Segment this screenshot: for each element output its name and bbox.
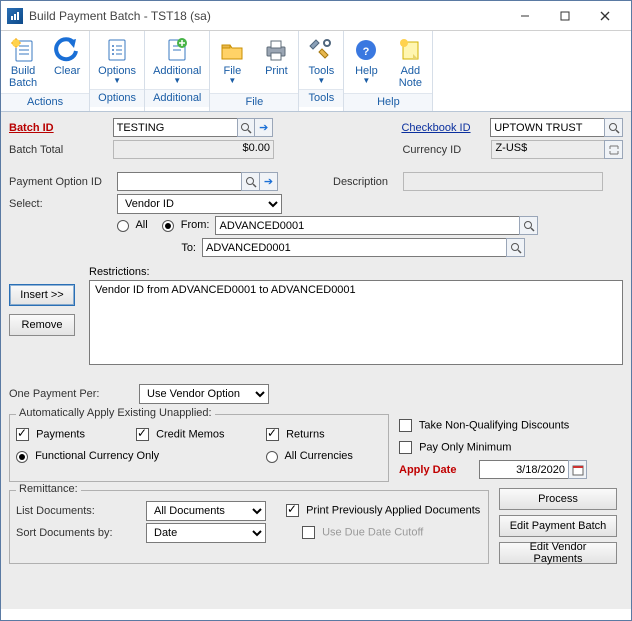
print-button[interactable]: Print [254, 34, 298, 91]
print-prev-checkbox[interactable]: Print Previously Applied Documents [286, 504, 480, 517]
app-icon [7, 8, 23, 24]
apply-date-label: Apply Date [399, 464, 479, 476]
payment-option-id-input[interactable] [117, 172, 242, 191]
ribbon: Build Batch Clear Actions Options ▼ Opti… [1, 31, 631, 112]
currency-id-value: Z-US$ [491, 140, 605, 159]
help-button[interactable]: ? Help ▼ [344, 34, 388, 91]
batch-total-label: Batch Total [9, 144, 113, 156]
restrictions-label: Restrictions: [89, 266, 623, 278]
pay-only-minimum-checkbox[interactable]: Pay Only Minimum [399, 441, 511, 454]
file-button[interactable]: File ▼ [210, 34, 254, 91]
functional-currency-radio[interactable]: Functional Currency Only [16, 450, 196, 462]
arrow-right-icon[interactable]: ➔ [259, 172, 278, 191]
tools-icon [307, 36, 335, 64]
chevron-down-icon: ▼ [113, 76, 121, 85]
lookup-icon[interactable] [241, 172, 260, 191]
all-currencies-radio[interactable]: All Currencies [266, 450, 353, 462]
list-documents-label: List Documents: [16, 505, 146, 517]
additional-icon [163, 36, 191, 64]
batch-id-label[interactable]: Batch ID [9, 122, 113, 134]
batch-id-input[interactable] [113, 118, 238, 137]
process-button[interactable]: Process [499, 488, 617, 510]
add-note-button[interactable]: Add Note [388, 34, 432, 91]
note-icon [396, 36, 424, 64]
checkbook-id-label[interactable]: Checkbook ID [401, 122, 490, 134]
returns-checkbox[interactable]: Returns [266, 428, 325, 441]
one-payment-per-label: One Payment Per: [9, 388, 139, 400]
additional-button[interactable]: Additional ▼ [145, 34, 209, 87]
help-icon: ? [352, 36, 380, 64]
sort-documents-label: Sort Documents by: [16, 527, 146, 539]
insert-button[interactable]: Insert >> [9, 284, 75, 306]
edit-payment-batch-button[interactable]: Edit Payment Batch [499, 515, 617, 537]
select-dropdown[interactable]: Vendor ID [117, 194, 282, 214]
description-value [403, 172, 603, 191]
lookup-icon[interactable] [519, 216, 538, 235]
sort-documents-dropdown[interactable]: Date [146, 523, 266, 543]
range-from-radio[interactable]: From: [162, 219, 210, 231]
select-label: Select: [9, 198, 117, 210]
maximize-button[interactable] [545, 2, 585, 30]
chevron-down-icon: ▼ [173, 76, 181, 85]
payment-option-id-label: Payment Option ID [9, 176, 117, 188]
use-due-date-checkbox[interactable]: Use Due Date Cutoff [302, 526, 423, 539]
chevron-down-icon: ▼ [228, 76, 236, 85]
description-label: Description [333, 176, 403, 188]
range-to-label: To: [9, 242, 202, 254]
chevron-down-icon: ▼ [317, 76, 325, 85]
list-documents-dropdown[interactable]: All Documents [146, 501, 266, 521]
restriction-item[interactable]: Vendor ID from ADVANCED0001 to ADVANCED0… [95, 284, 617, 296]
one-payment-per-dropdown[interactable]: Use Vendor Option [139, 384, 269, 404]
clear-button[interactable]: Clear [45, 34, 89, 91]
batch-total-value: $0.00 [113, 140, 274, 159]
range-from-input[interactable] [215, 216, 520, 235]
lookup-icon[interactable] [506, 238, 525, 257]
options-icon [103, 36, 131, 64]
options-button[interactable]: Options ▼ [90, 34, 144, 87]
restrictions-list[interactable]: Vendor ID from ADVANCED0001 to ADVANCED0… [89, 280, 623, 365]
undo-icon [53, 36, 81, 64]
edit-vendor-payments-button[interactable]: Edit Vendor Payments [499, 542, 617, 564]
calendar-icon[interactable] [568, 460, 587, 479]
payments-checkbox[interactable]: Payments [16, 428, 136, 441]
lookup-icon[interactable] [604, 118, 623, 137]
build-batch-icon [9, 36, 37, 64]
remove-button[interactable]: Remove [9, 314, 75, 336]
take-nonqualifying-checkbox[interactable]: Take Non-Qualifying Discounts [399, 419, 569, 432]
folder-icon [218, 36, 246, 64]
auto-apply-legend: Automatically Apply Existing Unapplied: [16, 407, 215, 419]
lookup-icon[interactable] [237, 118, 256, 137]
range-to-input[interactable] [202, 238, 507, 257]
checkbook-id-input[interactable] [490, 118, 605, 137]
credit-memos-checkbox[interactable]: Credit Memos [136, 428, 266, 441]
arrow-right-icon[interactable]: ➔ [254, 118, 273, 137]
svg-text:?: ? [363, 46, 370, 58]
apply-date-input[interactable] [479, 460, 569, 479]
minimize-button[interactable] [505, 2, 545, 30]
remittance-legend: Remittance: [16, 483, 81, 495]
close-button[interactable] [585, 2, 625, 30]
window-title: Build Payment Batch - TST18 (sa) [29, 9, 505, 23]
build-batch-button[interactable]: Build Batch [1, 34, 45, 91]
tools-button[interactable]: Tools ▼ [299, 34, 343, 87]
currency-id-label: Currency ID [402, 144, 491, 156]
printer-icon [262, 36, 290, 64]
expand-icon[interactable] [604, 140, 623, 159]
chevron-down-icon: ▼ [362, 76, 370, 85]
range-all-radio[interactable]: All [117, 219, 148, 231]
